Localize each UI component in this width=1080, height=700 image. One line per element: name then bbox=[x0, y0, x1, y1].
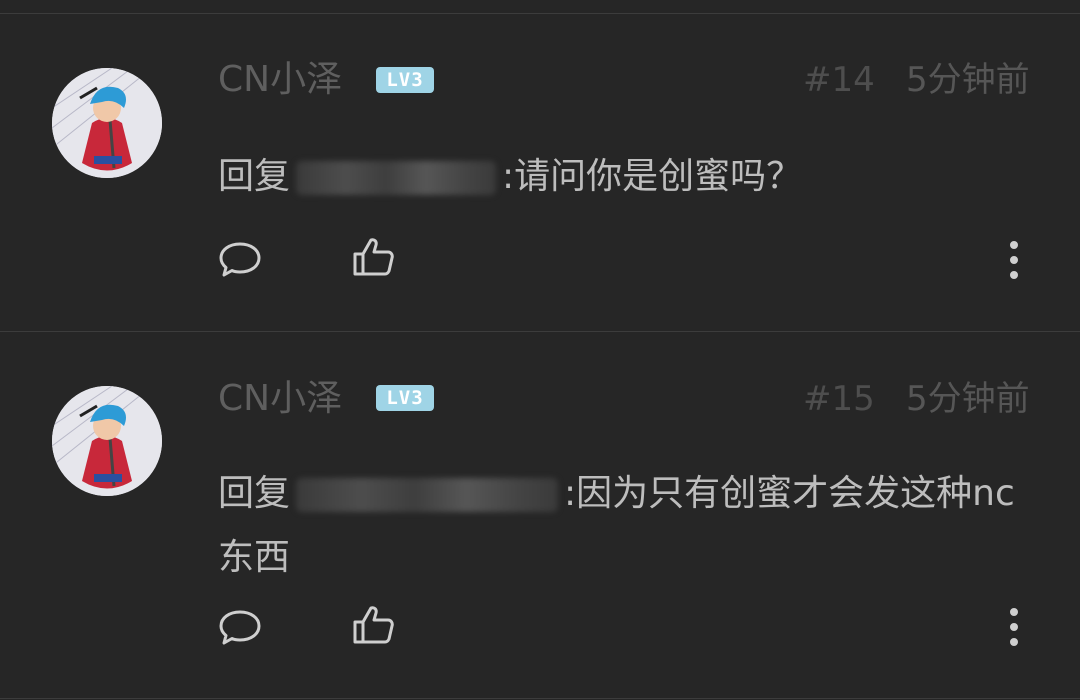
comment-text: 回复 :请问你是创蜜吗？ bbox=[218, 145, 1048, 209]
comment-text: 回复:因为只有创蜜才会发这种nc东西 bbox=[218, 462, 1048, 590]
more-icon bbox=[1010, 608, 1018, 646]
top-divider bbox=[0, 13, 1080, 14]
avatar-image bbox=[52, 68, 162, 178]
reply-button[interactable] bbox=[218, 240, 262, 280]
like-button[interactable] bbox=[352, 604, 396, 646]
timestamp: 5分钟前 bbox=[906, 60, 1030, 100]
comment-icon bbox=[219, 610, 261, 645]
avatar[interactable] bbox=[52, 386, 162, 496]
more-icon bbox=[1010, 241, 1018, 279]
reply-button[interactable] bbox=[218, 608, 262, 648]
like-button[interactable] bbox=[352, 236, 396, 278]
floor-number: #14 bbox=[803, 60, 875, 100]
floor-number: #15 bbox=[803, 379, 875, 419]
comment-icon bbox=[219, 242, 261, 277]
reply-prefix: 回复 bbox=[218, 473, 291, 514]
avatar-image bbox=[52, 386, 162, 496]
username[interactable]: CN小泽 bbox=[218, 377, 342, 421]
redacted-username bbox=[296, 161, 497, 195]
bottom-divider bbox=[0, 698, 1080, 699]
level-badge: LV3 bbox=[376, 67, 434, 93]
like-icon bbox=[353, 238, 394, 276]
reply-body: :请问你是创蜜吗？ bbox=[502, 156, 803, 197]
reply-prefix: 回复 bbox=[218, 156, 291, 197]
comment-divider bbox=[0, 331, 1080, 332]
level-badge: LV3 bbox=[376, 385, 434, 411]
more-button[interactable] bbox=[1006, 607, 1022, 647]
like-icon bbox=[353, 606, 394, 644]
more-button[interactable] bbox=[1006, 240, 1022, 280]
username[interactable]: CN小泽 bbox=[218, 58, 342, 102]
redacted-username bbox=[296, 478, 559, 512]
avatar[interactable] bbox=[52, 68, 162, 178]
timestamp: 5分钟前 bbox=[906, 379, 1030, 419]
